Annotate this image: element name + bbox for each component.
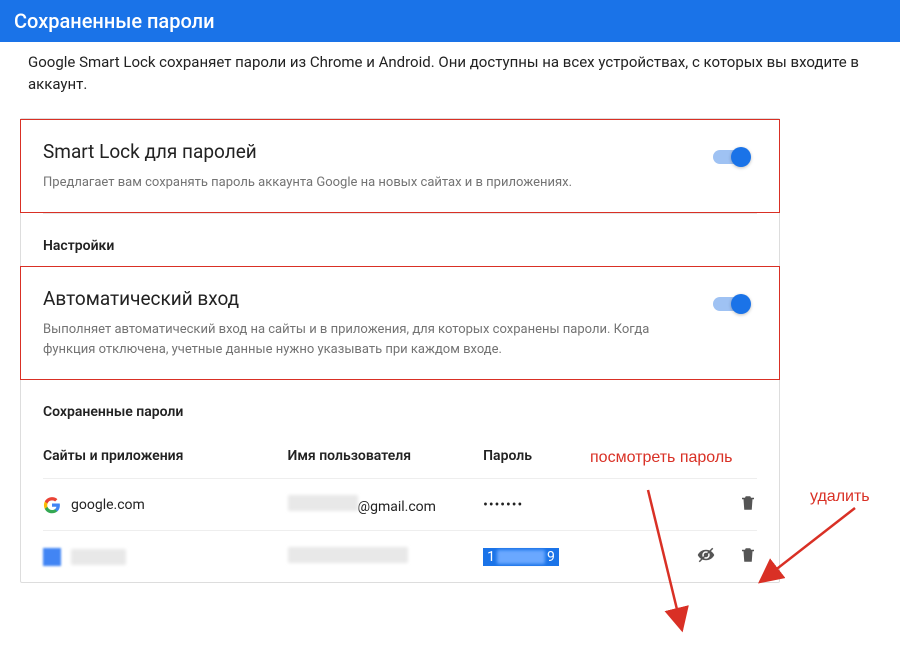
view-password-button[interactable] bbox=[697, 545, 715, 569]
password-masked: ••••••• bbox=[483, 497, 630, 513]
saved-passwords-heading: Сохраненные пароли bbox=[21, 380, 779, 432]
delete-button[interactable] bbox=[739, 493, 757, 517]
trash-icon bbox=[739, 493, 757, 513]
username-cell bbox=[288, 547, 484, 567]
col-header-user: Имя пользователя bbox=[288, 448, 484, 464]
settings-heading: Настройки bbox=[21, 214, 779, 266]
trash-icon bbox=[739, 545, 757, 565]
intro-description: Google Smart Lock сохраняет пароли из Ch… bbox=[0, 42, 900, 118]
auto-login-title: Автоматический вход bbox=[43, 287, 757, 310]
table-row[interactable]: 1 9 bbox=[43, 530, 757, 582]
eye-off-icon bbox=[697, 545, 715, 565]
password-visible: 1 9 bbox=[483, 548, 630, 566]
site-name: google.com bbox=[71, 497, 145, 513]
table-header-row: Сайты и приложения Имя пользователя Паро… bbox=[43, 432, 757, 478]
smart-lock-section: Smart Lock для паролей Предлагает вам со… bbox=[20, 119, 780, 214]
smart-lock-toggle[interactable] bbox=[711, 146, 753, 168]
smart-lock-description: Предлагает вам сохранять пароль аккаунта… bbox=[43, 173, 683, 193]
settings-card: Smart Lock для паролей Предлагает вам со… bbox=[20, 118, 780, 584]
delete-button[interactable] bbox=[739, 545, 757, 569]
site-icon bbox=[43, 548, 61, 566]
username-cell: @gmail.com bbox=[288, 495, 484, 515]
auto-login-section: Автоматический вход Выполняет автоматиче… bbox=[20, 266, 780, 380]
table-row[interactable]: google.com @gmail.com ••••••• bbox=[43, 478, 757, 530]
passwords-table: Сайты и приложения Имя пользователя Паро… bbox=[21, 432, 779, 582]
col-header-site: Сайты и приложения bbox=[43, 448, 288, 464]
auto-login-description: Выполняет автоматический вход на сайты и… bbox=[43, 320, 683, 359]
page-title: Сохраненные пароли bbox=[14, 9, 215, 33]
annotation-delete-label: удалить bbox=[810, 488, 870, 506]
google-icon bbox=[43, 496, 61, 514]
smart-lock-title: Smart Lock для паролей bbox=[43, 140, 757, 163]
page-header: Сохраненные пароли bbox=[0, 0, 900, 42]
auto-login-toggle[interactable] bbox=[711, 293, 753, 315]
col-header-pass: Пароль bbox=[483, 448, 630, 464]
site-name bbox=[71, 549, 126, 565]
